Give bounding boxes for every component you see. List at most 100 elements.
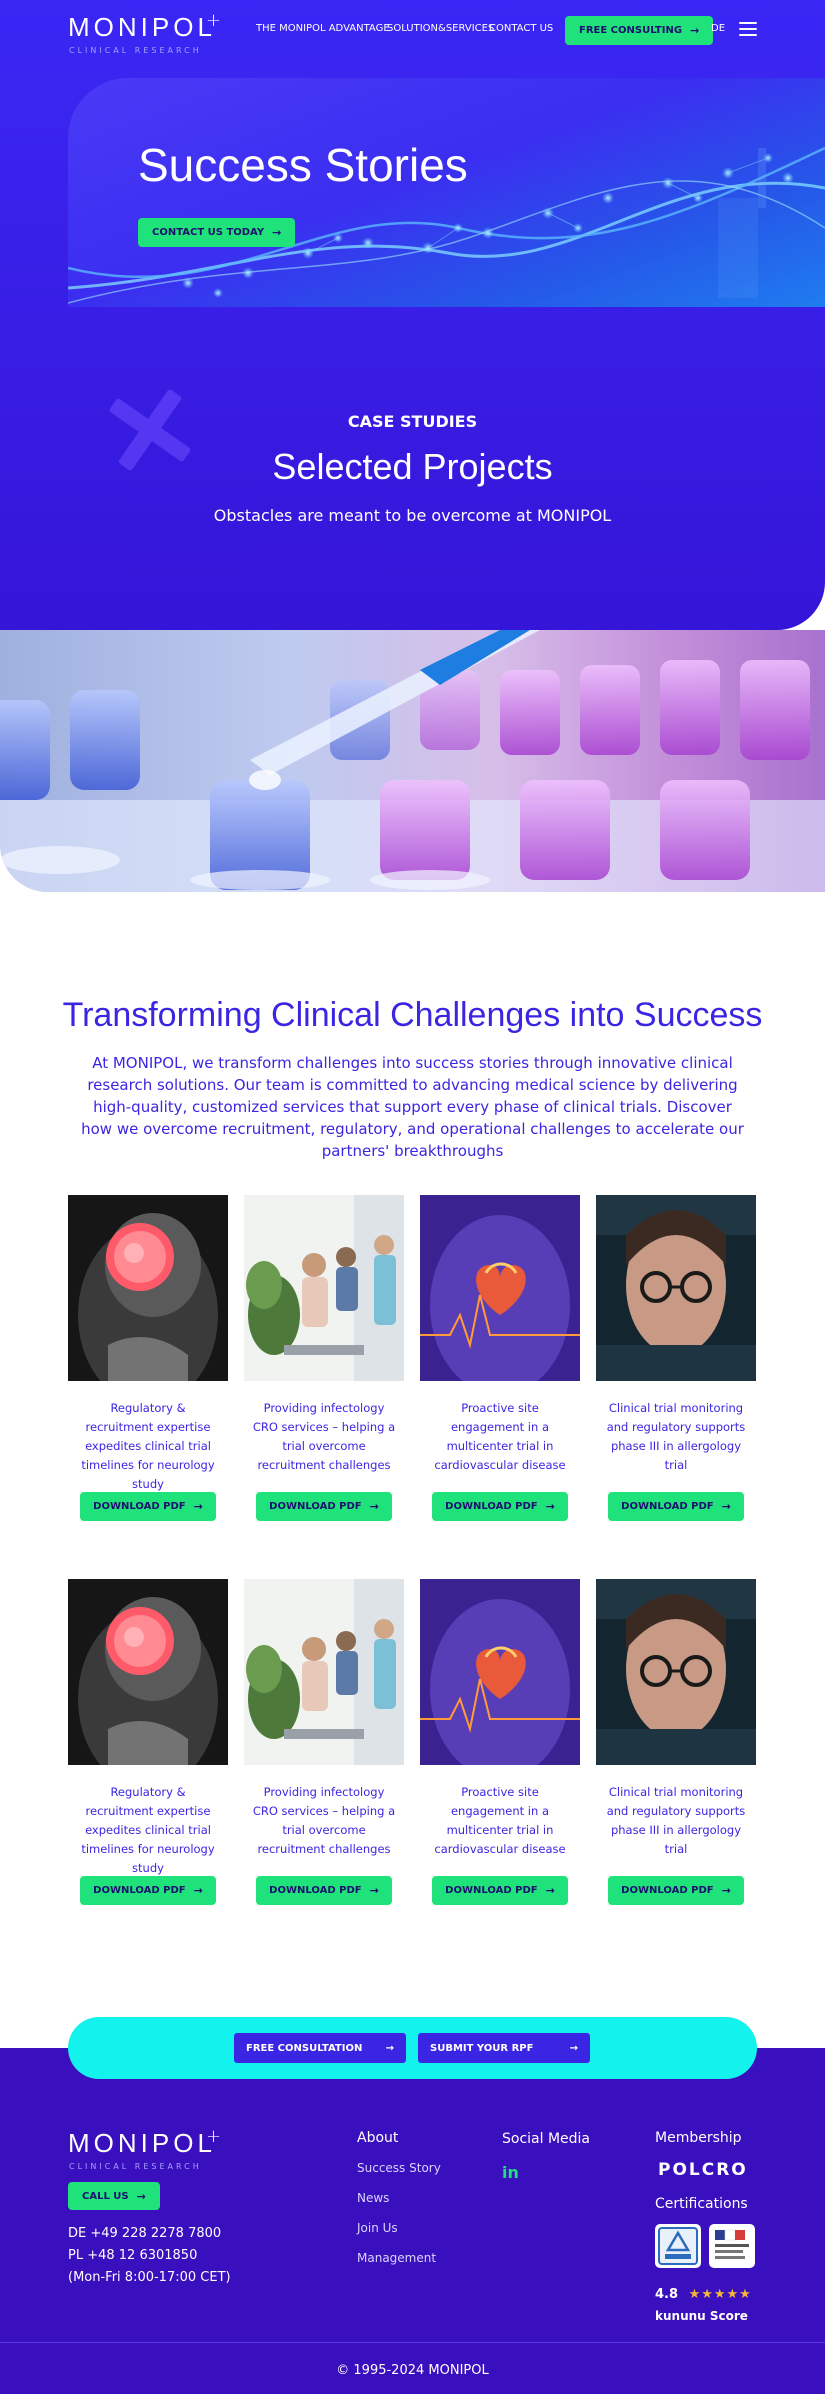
download-pdf-button[interactable]: DOWNLOAD PDF →: [432, 1492, 568, 1521]
download-pdf-label: DOWNLOAD PDF: [445, 1501, 538, 1512]
contact-us-today-label: CONTACT US TODAY: [152, 227, 265, 238]
cta-bar: FREE CONSULTATION → SUBMIT YOUR RPF →: [68, 2017, 757, 2079]
star-rating-icon: ★★★★★: [688, 2287, 752, 2302]
intro-text: At MONIPOL, we transform challenges into…: [81, 1054, 744, 1160]
nav-solution-services[interactable]: SOLUTION&SERVICES: [387, 23, 494, 34]
call-us-button[interactable]: CALL US →: [68, 2182, 160, 2210]
hero-title: Success Stories: [138, 139, 468, 191]
download-pdf-label: DOWNLOAD PDF: [269, 1501, 362, 1512]
nav-monipol-advantage[interactable]: THE MONIPOL ADVANTAGE: [256, 23, 390, 34]
arrow-right-icon: →: [721, 1884, 731, 1897]
case-studies-eyebrow: CASE STUDIES: [347, 412, 478, 431]
footer-certifications-heading: Certifications: [655, 2196, 748, 2212]
menu-icon[interactable]: [739, 22, 757, 36]
download-pdf-label: DOWNLOAD PDF: [621, 1501, 714, 1512]
arrow-right-icon: →: [369, 1500, 379, 1513]
case-studies-title: Selected Projects: [272, 446, 553, 487]
download-pdf-button[interactable]: DOWNLOAD PDF →: [608, 1876, 744, 1905]
waiting-room-image: [244, 1195, 404, 1381]
download-pdf-label: DOWNLOAD PDF: [621, 1885, 714, 1896]
logo-tagline: CLINICAL RESEARCH: [69, 46, 202, 55]
logo-tagline: CLINICAL RESEARCH: [69, 2162, 202, 2171]
arrow-right-icon: →: [136, 2189, 146, 2203]
case-card-caption: Proactive site engagement in a multicent…: [434, 1401, 566, 1472]
case-card-caption: Clinical trial monitoring and regulatory…: [606, 1785, 746, 1856]
free-consulting-label: FREE CONSULTING: [579, 25, 683, 36]
download-pdf-button[interactable]: DOWNLOAD PDF →: [256, 1876, 392, 1905]
download-pdf-button[interactable]: DOWNLOAD PDF →: [608, 1492, 744, 1521]
woman-glasses-image: [596, 1579, 756, 1765]
footer-divider: [0, 2342, 825, 2343]
case-card: Proactive site engagement in a multicent…: [420, 1579, 580, 1905]
download-pdf-button[interactable]: DOWNLOAD PDF →: [80, 1876, 216, 1905]
case-card-caption: Providing infectology CRO services – hel…: [252, 1401, 396, 1472]
arrow-right-icon: →: [545, 1884, 555, 1897]
footer-logo[interactable]: MONIPOL + CLINICAL RESEARCH: [68, 2126, 222, 2171]
arrow-right-icon: →: [385, 2042, 394, 2054]
free-consultation-label: FREE CONSULTATION: [246, 2042, 363, 2054]
footer-link-join-us[interactable]: Join Us: [357, 2221, 398, 2235]
download-pdf-button[interactable]: DOWNLOAD PDF →: [256, 1492, 392, 1521]
download-pdf-label: DOWNLOAD PDF: [269, 1885, 362, 1896]
brain-scan-image: [68, 1579, 228, 1765]
footer-link-management[interactable]: Management: [357, 2251, 436, 2265]
arrow-right-icon: →: [369, 1884, 379, 1897]
arrow-right-icon: →: [690, 24, 700, 37]
case-card: Regulatory & recruitment expertise exped…: [68, 1579, 228, 1905]
contact-us-today-button[interactable]: CONTACT US TODAY →: [138, 218, 296, 247]
download-pdf-label: DOWNLOAD PDF: [93, 1885, 186, 1896]
arrow-right-icon: →: [545, 1500, 555, 1513]
heart-image: [420, 1579, 580, 1765]
brain-scan-image: [68, 1195, 228, 1381]
download-pdf-button[interactable]: DOWNLOAD PDF →: [80, 1492, 216, 1521]
call-us-label: CALL US: [82, 2190, 129, 2202]
phone-de[interactable]: DE +49 228 2278 7800: [68, 2226, 221, 2241]
case-card: Proactive site engagement in a multicent…: [420, 1195, 580, 1521]
footer-about-heading: About: [357, 2130, 399, 2146]
case-studies-subtitle: Obstacles are meant to be overcome at MO…: [213, 506, 612, 525]
case-card-caption: Regulatory & recruitment expertise exped…: [81, 1785, 215, 1875]
case-card-caption: Regulatory & recruitment expertise exped…: [81, 1401, 215, 1491]
polcro-logo[interactable]: POLCRO: [658, 2160, 748, 2180]
arrow-right-icon: →: [193, 1500, 203, 1513]
kununu-rating: 4.8 ★★★★★: [655, 2287, 752, 2302]
footer-link-news[interactable]: News: [357, 2191, 389, 2205]
free-consultation-button[interactable]: FREE CONSULTATION →: [234, 2033, 406, 2063]
download-pdf-button[interactable]: DOWNLOAD PDF →: [432, 1876, 568, 1905]
logo-plus-icon: +: [206, 10, 222, 31]
download-pdf-label: DOWNLOAD PDF: [445, 1885, 538, 1896]
intro-title: Transforming Clinical Challenges into Su…: [62, 996, 763, 1034]
case-card: Clinical trial monitoring and regulatory…: [596, 1195, 756, 1521]
arrow-right-icon: →: [569, 2042, 578, 2054]
case-card: Clinical trial monitoring and regulatory…: [596, 1579, 756, 1905]
arrow-right-icon: →: [193, 1884, 203, 1897]
logo-plus-icon: +: [206, 2126, 222, 2147]
woman-glasses-image: [596, 1195, 756, 1381]
linkedin-icon[interactable]: in: [502, 2163, 519, 2182]
hero-banner: Success Stories CONTACT US TODAY →: [68, 78, 825, 307]
logo-wordmark: MONIPOL: [68, 12, 216, 42]
case-card: Regulatory & recruitment expertise exped…: [68, 1195, 228, 1521]
waiting-room-image: [244, 1579, 404, 1765]
copyright-text: © 1995-2024 MONIPOL: [336, 2363, 489, 2378]
submit-rpf-button[interactable]: SUBMIT YOUR RPF →: [418, 2033, 590, 2063]
free-consulting-button[interactable]: FREE CONSULTING →: [565, 16, 714, 45]
site-header: MONIPOL + CLINICAL RESEARCH THE MONIPOL …: [0, 0, 825, 62]
heart-image: [420, 1195, 580, 1381]
phone-pl[interactable]: PL +48 12 6301850: [68, 2248, 197, 2263]
case-card-caption: Clinical trial monitoring and regulatory…: [606, 1401, 746, 1472]
lab-pipette-image: [0, 630, 825, 892]
footer-link-success-story[interactable]: Success Story: [357, 2161, 441, 2175]
footer-social-heading: Social Media: [502, 2131, 591, 2147]
kununu-score-label[interactable]: kununu Score: [655, 2309, 748, 2323]
logo-wordmark: MONIPOL: [68, 2128, 216, 2158]
download-pdf-label: DOWNLOAD PDF: [93, 1501, 186, 1512]
case-card-caption: Providing infectology CRO services – hel…: [252, 1785, 396, 1856]
language-switch[interactable]: DE: [711, 23, 725, 34]
submit-rpf-label: SUBMIT YOUR RPF: [430, 2042, 534, 2054]
nav-contact-us[interactable]: CONTACT US: [489, 23, 553, 34]
case-card-caption: Proactive site engagement in a multicent…: [434, 1785, 566, 1856]
case-card: Providing infectology CRO services – hel…: [244, 1195, 404, 1521]
monipol-logo[interactable]: MONIPOL + CLINICAL RESEARCH: [68, 10, 221, 55]
dna-network-graphic: [68, 146, 825, 304]
